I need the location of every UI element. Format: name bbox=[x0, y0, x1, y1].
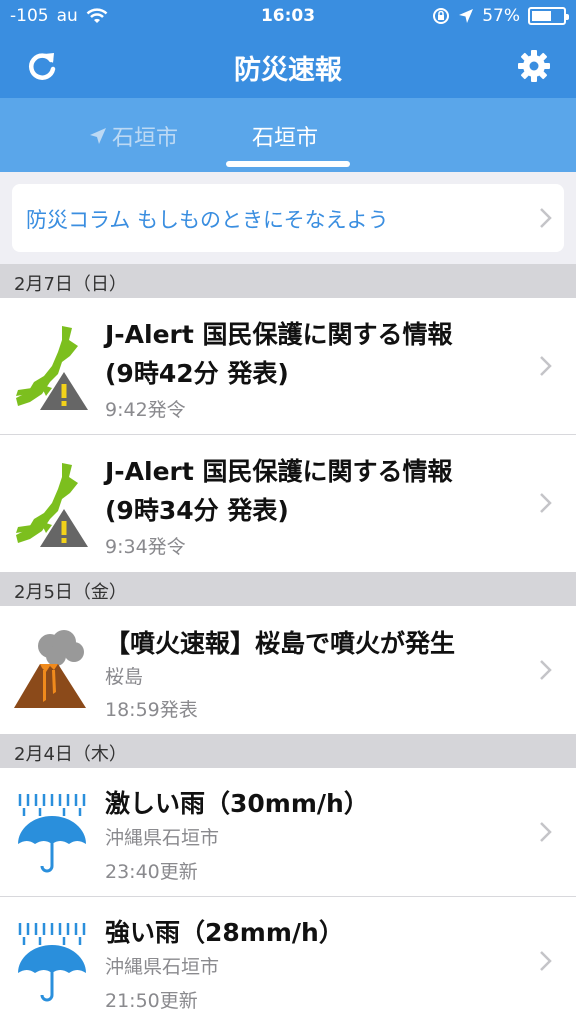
section-date: 2月7日（日） bbox=[14, 274, 127, 295]
heavy-rain-umbrella-icon bbox=[18, 794, 86, 873]
chevron-right-icon bbox=[540, 356, 552, 376]
tab-registered-location[interactable]: 石垣市 bbox=[252, 120, 318, 152]
list-item[interactable]: J-Alert 国民保護に関する情報 (9時42分 発表) 9:42発令 bbox=[0, 298, 576, 435]
list-item[interactable]: J-Alert 国民保護に関する情報 (9時34分 発表) 9:34発令 bbox=[0, 435, 576, 572]
tab-label: 石垣市 bbox=[252, 126, 319, 151]
item-issued-time: 9:42発令 bbox=[105, 399, 186, 421]
item-location: 桜島 bbox=[105, 666, 144, 688]
chevron-right-icon bbox=[540, 822, 552, 842]
date-section-header: 2月5日（金） bbox=[0, 572, 576, 606]
page-title: 防災速報 bbox=[234, 55, 342, 86]
tab-current-location[interactable]: 石垣市 bbox=[88, 120, 178, 152]
item-updated-time: 23:40更新 bbox=[105, 861, 198, 883]
list-item[interactable]: 強い雨（28mm/h） 沖縄県石垣市 21:50更新 bbox=[0, 897, 576, 1024]
location-arrow-icon bbox=[90, 128, 106, 144]
battery-percent: 57% bbox=[482, 6, 520, 26]
heavy-rain-umbrella-icon bbox=[18, 923, 86, 1002]
rotation-lock-icon bbox=[433, 8, 450, 24]
list-item[interactable]: 激しい雨（30mm/h） 沖縄県石垣市 23:40更新 bbox=[0, 768, 576, 897]
item-title-line1: J-Alert 国民保護に関する情報 bbox=[105, 320, 453, 349]
tab-label: 石垣市 bbox=[112, 126, 179, 151]
j-alert-icon bbox=[16, 463, 88, 547]
j-alert-icon bbox=[16, 326, 88, 410]
battery-icon bbox=[528, 7, 569, 25]
date-section-header: 2月7日（日） bbox=[0, 264, 576, 298]
chevron-right-icon bbox=[540, 951, 552, 971]
item-issued-time: 9:34発令 bbox=[105, 536, 186, 558]
location-services-icon bbox=[459, 9, 474, 23]
gear-icon[interactable] bbox=[516, 48, 552, 84]
item-title-line1: 【噴火速報】桜島で噴火が発生 bbox=[105, 629, 456, 658]
item-title-line2: (9時42分 発表) bbox=[105, 359, 289, 388]
date-section-header: 2月4日（木） bbox=[0, 734, 576, 768]
list-item[interactable]: 【噴火速報】桜島で噴火が発生 桜島 18:59発表 bbox=[0, 606, 576, 734]
item-title-line1: 強い雨（28mm/h） bbox=[105, 918, 344, 947]
volcano-icon bbox=[14, 630, 86, 708]
status-right: 57% bbox=[432, 6, 569, 26]
location-tabs: 石垣市 石垣市 bbox=[0, 98, 576, 172]
tab-selected-indicator bbox=[226, 161, 350, 167]
item-title-line1: J-Alert 国民保護に関する情報 bbox=[105, 457, 453, 486]
chevron-right-icon bbox=[540, 660, 552, 680]
status-bar: -105 au 16:03 57% bbox=[0, 0, 576, 34]
section-date: 2月5日（金） bbox=[14, 582, 127, 603]
item-title-line2: (9時34分 発表) bbox=[105, 496, 289, 525]
item-title-line1: 激しい雨（30mm/h） bbox=[105, 789, 369, 818]
chevron-right-icon bbox=[540, 208, 552, 228]
item-issued-time: 18:59発表 bbox=[105, 699, 198, 721]
chevron-right-icon bbox=[540, 493, 552, 513]
item-updated-time: 21:50更新 bbox=[105, 990, 198, 1012]
item-location: 沖縄県石垣市 bbox=[105, 827, 220, 849]
item-location: 沖縄県石垣市 bbox=[105, 956, 220, 978]
disaster-column-link[interactable]: 防災コラム もしものときにそなえよう bbox=[12, 184, 564, 252]
column-link-label: 防災コラム もしものときにそなえよう bbox=[26, 208, 389, 232]
section-date: 2月4日（木） bbox=[14, 744, 127, 765]
nav-bar: 防災速報 bbox=[0, 34, 576, 98]
